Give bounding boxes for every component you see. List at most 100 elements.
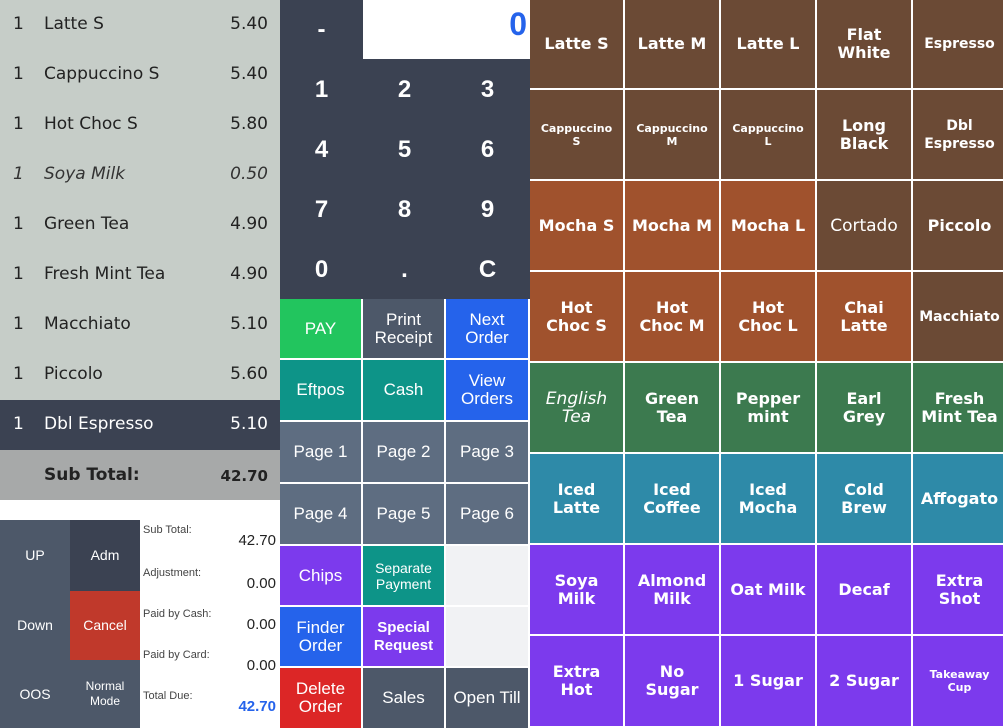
chips-button[interactable]: Chips [280, 546, 363, 607]
product-button[interactable]: Cold Brew [817, 454, 911, 543]
order-line-name: Soya Milk [44, 164, 126, 184]
product-button[interactable]: Iced Mocha [721, 454, 815, 543]
cash-button[interactable]: Cash [363, 360, 446, 422]
product-button[interactable]: Flat White [817, 0, 911, 88]
order-line-name: Latte S [44, 14, 104, 34]
sales-button[interactable]: Sales [363, 668, 446, 728]
next-order-button[interactable]: Next Order [446, 299, 530, 360]
product-button[interactable]: Extra Hot [530, 636, 623, 726]
product-button[interactable]: Oat Milk [721, 545, 815, 634]
order-line-price: 5.10 [230, 314, 268, 334]
product-button[interactable]: 2 Sugar [817, 636, 911, 726]
product-button[interactable]: Latte L [721, 0, 815, 88]
product-button[interactable]: Chai Latte [817, 272, 911, 361]
view-orders-button[interactable]: View Orders [446, 360, 530, 422]
totals-paid-card: Paid by Card: 0.00 [140, 645, 280, 686]
key-6[interactable]: 6 [446, 120, 529, 180]
admin-button[interactable]: Adm [70, 520, 140, 591]
key-clear[interactable]: C [446, 240, 529, 300]
product-button[interactable]: English Tea [530, 363, 623, 452]
order-line-modifier[interactable]: 1 Soya Milk 0.50 [0, 150, 280, 200]
key-1[interactable]: 1 [280, 60, 363, 120]
down-button[interactable]: Down [0, 591, 70, 660]
key-7[interactable]: 7 [280, 180, 363, 240]
open-till-button[interactable]: Open Till [446, 668, 530, 728]
product-button[interactable]: Mocha L [721, 181, 815, 270]
separate-payment-button[interactable]: Separate Payment [363, 546, 446, 607]
product-button[interactable]: Hot Choc L [721, 272, 815, 361]
product-button[interactable]: Affogato [913, 454, 1003, 543]
order-subtotal-row: Sub Total: 42.70 [0, 450, 280, 500]
product-grid: Latte S Latte M Latte L Flat White Espresso C… [530, 0, 1003, 728]
key-4[interactable]: 4 [280, 120, 363, 180]
order-line[interactable]: 1 Hot Choc S 5.80 [0, 100, 280, 150]
order-line[interactable]: 1 Latte S 5.40 [0, 0, 280, 50]
product-button[interactable]: Cappuccino S [530, 90, 623, 179]
key-2[interactable]: 2 [363, 60, 446, 120]
product-button[interactable]: Takeaway Cup [913, 636, 1003, 726]
page-2-button[interactable]: Page 2 [363, 422, 446, 484]
product-button[interactable]: Pepper mint [721, 363, 815, 452]
key-8[interactable]: 8 [363, 180, 446, 240]
page-4-button[interactable]: Page 4 [280, 484, 363, 546]
special-request-button[interactable]: Special Request [363, 607, 446, 668]
product-button[interactable]: Earl Grey [817, 363, 911, 452]
product-button[interactable]: Dbl Espresso [913, 90, 1003, 179]
order-line-selected[interactable]: 1 Dbl Espresso 5.10 [0, 400, 280, 450]
product-button[interactable]: Iced Latte [530, 454, 623, 543]
product-button[interactable]: Piccolo [913, 181, 1003, 270]
totals-label: Total Due: [143, 690, 193, 702]
oos-button[interactable]: OOS [0, 660, 70, 728]
order-line[interactable]: 1 Fresh Mint Tea 4.90 [0, 250, 280, 300]
product-button[interactable]: Espresso [913, 0, 1003, 88]
cancel-button[interactable]: Cancel [70, 591, 140, 660]
key-3[interactable]: 3 [446, 60, 529, 120]
key-decimal[interactable]: . [363, 240, 446, 300]
product-button[interactable]: Mocha M [625, 181, 719, 270]
order-line[interactable]: 1 Green Tea 4.90 [0, 200, 280, 250]
subtotal-label: Sub Total: [44, 465, 140, 485]
page-5-button[interactable]: Page 5 [363, 484, 446, 546]
product-button[interactable]: Macchiato [913, 272, 1003, 361]
order-line[interactable]: 1 Piccolo 5.60 [0, 350, 280, 400]
key-5[interactable]: 5 [363, 120, 446, 180]
product-button[interactable]: Soya Milk [530, 545, 623, 634]
normal-mode-button[interactable]: Normal Mode [70, 660, 140, 728]
key-minus[interactable]: - [280, 0, 363, 59]
product-button[interactable]: Long Black [817, 90, 911, 179]
order-line[interactable]: 1 Macchiato 5.10 [0, 300, 280, 350]
product-button[interactable]: Hot Choc M [625, 272, 719, 361]
product-button[interactable]: Hot Choc S [530, 272, 623, 361]
product-button[interactable]: Mocha S [530, 181, 623, 270]
product-button[interactable]: Decaf [817, 545, 911, 634]
product-button[interactable]: Latte M [625, 0, 719, 88]
product-button[interactable]: Fresh Mint Tea [913, 363, 1003, 452]
product-button[interactable]: Cappuccino L [721, 90, 815, 179]
order-line-qty: 1 [13, 114, 24, 134]
product-button[interactable]: Almond Milk [625, 545, 719, 634]
product-button[interactable]: Latte S [530, 0, 623, 88]
up-button[interactable]: UP [0, 520, 70, 591]
product-button[interactable]: No Sugar [625, 636, 719, 726]
order-line-name: Dbl Espresso [44, 414, 154, 434]
eftpos-button[interactable]: Eftpos [280, 360, 363, 422]
product-button[interactable]: Green Tea [625, 363, 719, 452]
order-line[interactable]: 1 Cappuccino S 5.40 [0, 50, 280, 100]
page-1-button[interactable]: Page 1 [280, 422, 363, 484]
order-line-name: Macchiato [44, 314, 131, 334]
key-0[interactable]: 0 [280, 240, 363, 300]
product-button[interactable]: 1 Sugar [721, 636, 815, 726]
product-button[interactable]: Iced Coffee [625, 454, 719, 543]
pay-button[interactable]: PAY [280, 299, 363, 360]
product-button[interactable]: Extra Shot [913, 545, 1003, 634]
page-6-button[interactable]: Page 6 [446, 484, 530, 546]
amount-display-value: 0 [509, 6, 527, 42]
delete-order-button[interactable]: Delete Order [280, 668, 363, 728]
key-9[interactable]: 9 [446, 180, 529, 240]
totals-value: 0.00 [246, 616, 276, 633]
page-3-button[interactable]: Page 3 [446, 422, 530, 484]
product-button[interactable]: Cortado [817, 181, 911, 270]
print-receipt-button[interactable]: Print Receipt [363, 299, 446, 360]
product-button[interactable]: Cappuccino M [625, 90, 719, 179]
finder-order-button[interactable]: Finder Order [280, 607, 363, 668]
